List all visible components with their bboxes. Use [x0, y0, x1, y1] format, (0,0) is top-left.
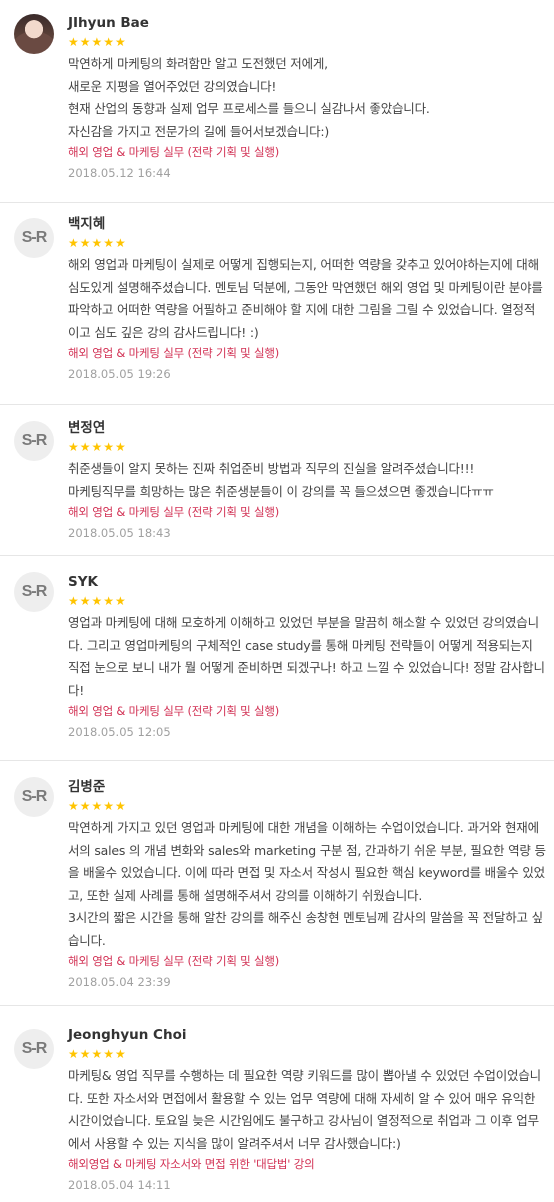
course-link[interactable]: 해외 영업 & 마케팅 실무 (전략 기획 및 실행)	[68, 503, 546, 521]
review-content: 김병준 ★★★★★ 막연하게 가지고 있던 영업과 마케팅에 대한 개념을 이해…	[68, 778, 546, 991]
course-link[interactable]: 해외영업 & 마케팅 자소서와 면접 위한 '대답법' 강의	[68, 1155, 546, 1173]
review-item: S-R 변정연 ★★★★★ 취준생들이 알지 못하는 진짜 취업준비 방법과 직…	[0, 405, 554, 556]
avatar: S-R	[14, 421, 54, 461]
review-list: JIhyun Bae ★★★★★ 막연하게 마케팅의 화려함만 알고 도전했던 …	[0, 0, 554, 1202]
review-content: 백지혜 ★★★★★ 해외 영업과 마케팅이 실제로 어떻게 집행되는지, 어떠한…	[68, 215, 546, 383]
review-content: SYK ★★★★★ 영업과 마케팅에 대해 모호하게 이해하고 있었던 부분을 …	[68, 573, 546, 741]
course-link[interactable]: 해외 영업 & 마케팅 실무 (전략 기획 및 실행)	[68, 344, 546, 362]
review-date: 2018.05.05 19:26	[68, 367, 171, 381]
review-item: S-R 백지혜 ★★★★★ 해외 영업과 마케팅이 실제로 어떻게 집행되는지,…	[0, 203, 554, 405]
review-line: 3시간의 짧은 시간을 통해 알찬 강의를 해주신 송창현 멘토님께 감사의 말…	[68, 910, 543, 948]
review-content: 변정연 ★★★★★ 취준생들이 알지 못하는 진짜 취업준비 방법과 직무의 진…	[68, 419, 546, 542]
review-text: 취준생들이 알지 못하는 진짜 취업준비 방법과 직무의 진실을 알려주셨습니다…	[68, 458, 546, 503]
avatar-initials: S-R	[21, 1040, 48, 1057]
avatar: S-R	[14, 777, 54, 817]
review-date: 2018.05.04 23:39	[68, 975, 171, 989]
avatar: S-R	[14, 1029, 54, 1069]
review-content: Jeonghyun Choi ★★★★★ 마케팅& 영업 직무를 수행하는 데 …	[68, 1026, 546, 1194]
star-rating-icon: ★★★★★	[68, 799, 127, 813]
avatar-initials: S-R	[21, 432, 48, 449]
review-text: 막연하게 가지고 있던 영업과 마케팅에 대한 개념을 이해하는 수업이었습니다…	[68, 817, 546, 952]
review-line: 현재 산업의 동향과 실제 업무 프로세스를 들으니 실감나서 좋았습니다.	[68, 101, 430, 116]
course-link[interactable]: 해외 영업 & 마케팅 실무 (전략 기획 및 실행)	[68, 702, 546, 720]
review-content: JIhyun Bae ★★★★★ 막연하게 마케팅의 화려함만 알고 도전했던 …	[68, 14, 546, 182]
reviewer-name: Jeonghyun Choi	[68, 1027, 187, 1043]
star-rating-icon: ★★★★★	[68, 440, 127, 454]
course-link[interactable]: 해외 영업 & 마케팅 실무 (전략 기획 및 실행)	[68, 952, 546, 970]
avatar-initials: S-R	[21, 229, 48, 246]
review-line: 막연하게 가지고 있던 영업과 마케팅에 대한 개념을 이해하는 수업이었습니다…	[68, 820, 546, 903]
avatar-initials: S-R	[21, 788, 48, 805]
review-item: S-R SYK ★★★★★ 영업과 마케팅에 대해 모호하게 이해하고 있었던 …	[0, 556, 554, 761]
review-date: 2018.05.04 14:11	[68, 1178, 171, 1192]
star-rating-icon: ★★★★★	[68, 236, 127, 250]
avatar	[14, 14, 54, 54]
avatar-initials: S-R	[21, 583, 48, 600]
review-line: 마케팅& 영업 직무를 수행하는 데 필요한 역량 키워드를 많이 뽑아낼 수 …	[68, 1068, 541, 1151]
review-item: S-R 김병준 ★★★★★ 막연하게 가지고 있던 영업과 마케팅에 대한 개념…	[0, 761, 554, 1006]
reviewer-name: 백지혜	[68, 216, 106, 232]
review-line: 해외 영업과 마케팅이 실제로 어떻게 집행되는지, 어떠한 역량을 갖추고 있…	[68, 257, 543, 340]
reviewer-name: 김병준	[68, 779, 106, 795]
review-item: JIhyun Bae ★★★★★ 막연하게 마케팅의 화려함만 알고 도전했던 …	[0, 0, 554, 203]
review-item: S-R Jeonghyun Choi ★★★★★ 마케팅& 영업 직무를 수행하…	[0, 1006, 554, 1202]
avatar: S-R	[14, 572, 54, 612]
review-line: 마케팅직무를 희망하는 많은 취준생분들이 이 강의를 꼭 들으셨으면 좋겠습니…	[68, 483, 494, 499]
review-date: 2018.05.12 16:44	[68, 166, 171, 180]
review-line: 막연하게 마케팅의 화려함만 알고 도전했던 저에게,	[68, 56, 328, 71]
course-link[interactable]: 해외 영업 & 마케팅 실무 (전략 기획 및 실행)	[68, 143, 546, 161]
review-line: 새로운 지평을 열어주었던 강의였습니다!	[68, 78, 277, 94]
review-text: 마케팅& 영업 직무를 수행하는 데 필요한 역량 키워드를 많이 뽑아낼 수 …	[68, 1065, 546, 1155]
review-text: 영업과 마케팅에 대해 모호하게 이해하고 있었던 부분을 말끔히 해소할 수 …	[68, 612, 546, 702]
star-rating-icon: ★★★★★	[68, 1047, 127, 1061]
review-date: 2018.05.05 18:43	[68, 526, 171, 540]
review-date: 2018.05.05 12:05	[68, 725, 171, 739]
review-line: 영업과 마케팅에 대해 모호하게 이해하고 있었던 부분을 말끔히 해소할 수 …	[68, 615, 545, 698]
avatar: S-R	[14, 218, 54, 258]
star-rating-icon: ★★★★★	[68, 594, 127, 608]
reviewer-name: 변정연	[68, 420, 106, 436]
reviewer-name: JIhyun Bae	[68, 15, 149, 31]
review-line: 자신감을 가지고 전문가의 길에 들어서보겠습니다:)	[68, 123, 330, 139]
review-text: 해외 영업과 마케팅이 실제로 어떻게 집행되는지, 어떠한 역량을 갖추고 있…	[68, 254, 546, 344]
review-text: 막연하게 마케팅의 화려함만 알고 도전했던 저에게, 새로운 지평을 열어주었…	[68, 53, 546, 143]
review-line: 취준생들이 알지 못하는 진짜 취업준비 방법과 직무의 진실을 알려주셨습니다…	[68, 461, 475, 476]
star-rating-icon: ★★★★★	[68, 35, 127, 49]
reviewer-name: SYK	[68, 574, 98, 590]
